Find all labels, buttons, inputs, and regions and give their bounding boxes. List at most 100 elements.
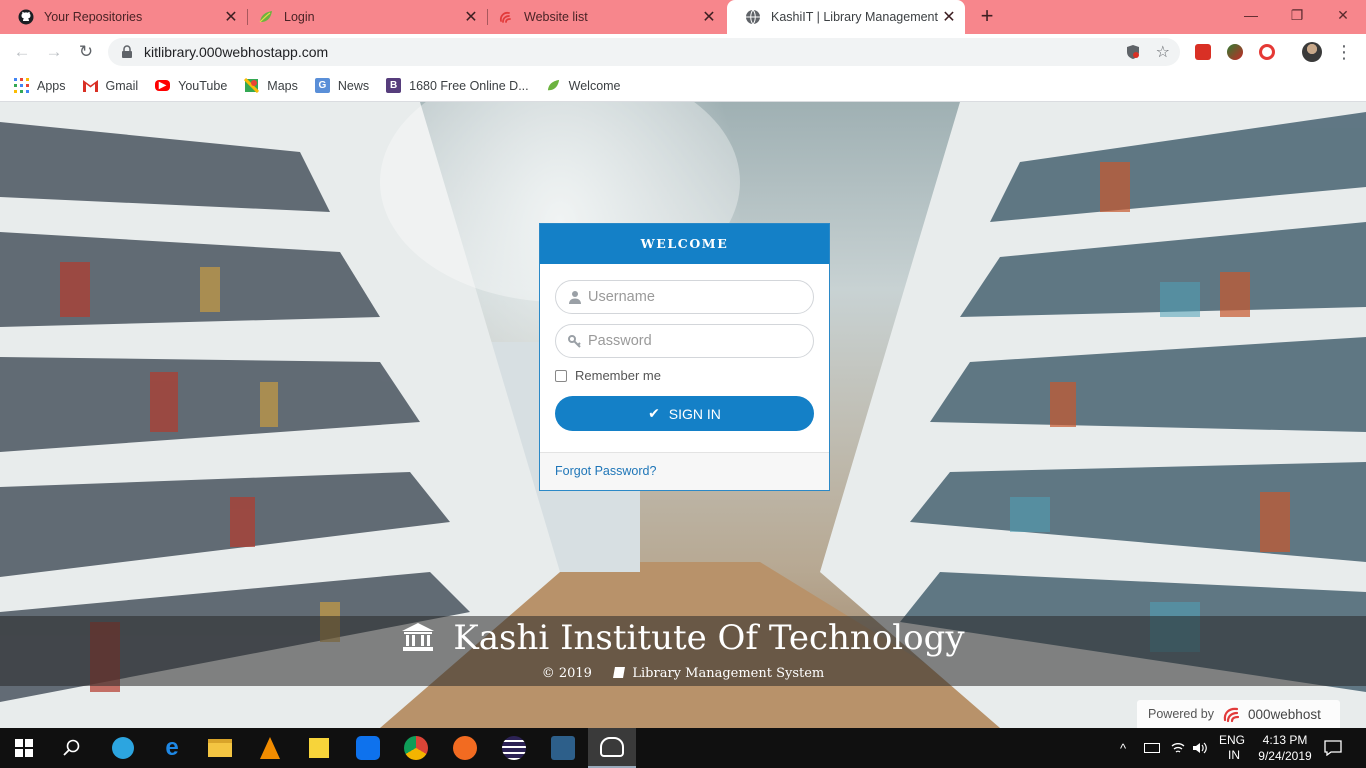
bookmark-free-online[interactable]: B 1680 Free Online D... (386, 78, 529, 93)
back-button[interactable]: ← (10, 40, 34, 64)
extension-grammarly-icon[interactable] (1259, 44, 1275, 60)
leaf-icon (546, 78, 561, 93)
bookmarks-bar: Apps Gmail ▶ YouTube Maps G News B 1680 … (0, 70, 1366, 102)
avatar[interactable] (1302, 42, 1322, 62)
username-field[interactable] (555, 280, 814, 314)
bookmark-welcome[interactable]: Welcome (546, 78, 621, 93)
close-window-button[interactable]: ✕ (1320, 0, 1366, 34)
extension-globe-icon[interactable] (1227, 44, 1243, 60)
institute-name: Kashi Institute Of Technology (453, 618, 965, 658)
bookmark-label: Gmail (105, 78, 139, 93)
forgot-password-link[interactable]: Forgot Password? (555, 464, 656, 478)
bookmark-youtube[interactable]: ▶ YouTube (155, 79, 227, 93)
chrome-icon[interactable] (392, 728, 440, 768)
maps-icon (244, 78, 260, 93)
swirl-icon (498, 9, 514, 25)
region-code: IN (1228, 748, 1240, 762)
url-text: kitlibrary.000webhostapp.com (144, 44, 329, 60)
login-card-header: WELCOME (540, 224, 829, 264)
netbeans-icon[interactable] (539, 728, 587, 768)
key-icon (568, 335, 581, 348)
clock[interactable]: 4:13 PM 9/24/2019 (1254, 728, 1316, 768)
forward-button[interactable]: → (42, 40, 66, 64)
minimize-button[interactable]: — (1228, 0, 1274, 34)
checkmark-icon: ✔ (648, 405, 660, 421)
file-explorer-icon[interactable] (196, 728, 244, 768)
powered-label: Powered by (1148, 707, 1215, 721)
password-input[interactable] (588, 333, 808, 349)
sticky-notes-icon[interactable] (295, 728, 343, 768)
search-icon[interactable] (48, 728, 96, 768)
book-icon (613, 667, 626, 678)
bookmark-news[interactable]: G News (314, 78, 370, 93)
telegram-icon[interactable] (99, 728, 147, 768)
address-bar[interactable]: kitlibrary.000webhostapp.com ☆ (108, 38, 1180, 66)
tab-your-repositories[interactable]: Your Repositories ✕ (0, 0, 247, 34)
bookmark-star-icon[interactable]: ☆ (1156, 42, 1170, 62)
taskbar: e ^ ENG IN 4:13 PM 9/24/2019 (0, 728, 1366, 768)
clock-date: 9/24/2019 (1258, 749, 1312, 763)
tab-website-list[interactable]: Website list ✕ (480, 0, 725, 34)
vlc-icon[interactable] (246, 728, 294, 768)
volume-icon[interactable] (1192, 728, 1208, 768)
language-code: ENG (1219, 733, 1246, 747)
bookmark-gmail[interactable]: Gmail (82, 78, 139, 93)
tray-chevron-icon[interactable]: ^ (1120, 728, 1126, 768)
copyright-text: © 2019 (541, 666, 592, 681)
new-tab-button[interactable]: + (976, 4, 998, 30)
reload-button[interactable]: ↻ (74, 40, 98, 64)
restore-button[interactable]: ❐ (1274, 0, 1320, 34)
tab-kashiit-library[interactable]: KashiIT | Library Management Sy ✕ (727, 0, 965, 34)
system-name: Library Management System (632, 666, 825, 681)
tab-title: KashiIT | Library Management Sy (771, 10, 939, 24)
institute-title: Kashi Institute Of Technology (0, 616, 1366, 660)
close-icon[interactable]: ✕ (939, 7, 959, 27)
password-field[interactable] (555, 324, 814, 358)
lock-icon (122, 45, 132, 58)
powered-by-badge[interactable]: Powered by 000webhost (1137, 700, 1340, 728)
brackets-icon[interactable] (441, 728, 489, 768)
tab-login[interactable]: Login ✕ (240, 0, 487, 34)
globe-icon (745, 9, 761, 25)
bookmark-label: Welcome (568, 78, 621, 93)
wifi-icon[interactable] (1170, 728, 1186, 768)
eclipse-icon[interactable] (490, 728, 538, 768)
webhost-brand: 000webhost (1222, 704, 1321, 724)
bookmark-label: News (337, 78, 370, 93)
active-app-icon[interactable] (588, 728, 636, 768)
apps-grid-icon (14, 78, 29, 93)
shield-icon[interactable] (1126, 44, 1140, 60)
battery-icon[interactable] (1144, 728, 1160, 768)
bookmark-label: Apps (37, 78, 66, 93)
tab-title: Login (284, 10, 315, 24)
login-card-footer: Forgot Password? (540, 452, 829, 490)
gmail-icon (82, 78, 98, 93)
bookmark-label: YouTube (178, 78, 228, 93)
sign-in-button[interactable]: ✔ SIGN IN (555, 396, 814, 431)
notification-icon[interactable] (1324, 728, 1342, 768)
sign-in-label: SIGN IN (668, 405, 721, 422)
bootstrap-icon: B (386, 78, 402, 93)
tab-title: Your Repositories (44, 10, 143, 24)
bookmark-label: 1680 Free Online D... (409, 78, 529, 93)
bookmark-apps[interactable]: Apps (14, 78, 66, 93)
leaf-icon (258, 9, 274, 25)
brand-name: 000webhost (1248, 706, 1321, 722)
username-input[interactable] (588, 289, 808, 305)
language-indicator[interactable]: ENG IN (1219, 728, 1245, 768)
remember-me[interactable]: Remember me (555, 368, 661, 383)
institution-icon (402, 623, 435, 651)
close-icon[interactable]: ✕ (699, 7, 719, 27)
extension-red-icon[interactable] (1195, 44, 1211, 60)
close-icon[interactable]: ✕ (461, 7, 481, 27)
edge-icon[interactable]: e (148, 728, 196, 768)
remember-checkbox[interactable] (555, 369, 567, 382)
tab-strip: Your Repositories ✕ Login ✕ Website list… (0, 0, 1366, 34)
teamviewer-icon[interactable] (344, 728, 392, 768)
close-icon[interactable]: ✕ (221, 7, 241, 27)
windows-start-icon[interactable] (0, 728, 48, 768)
bookmark-maps[interactable]: Maps (244, 78, 298, 93)
browser-toolbar: ← → ↻ kitlibrary.000webhostapp.com ☆ ⋮ (0, 34, 1366, 70)
tab-title: Website list (524, 10, 588, 24)
menu-kebab-icon[interactable]: ⋮ (1332, 40, 1356, 64)
